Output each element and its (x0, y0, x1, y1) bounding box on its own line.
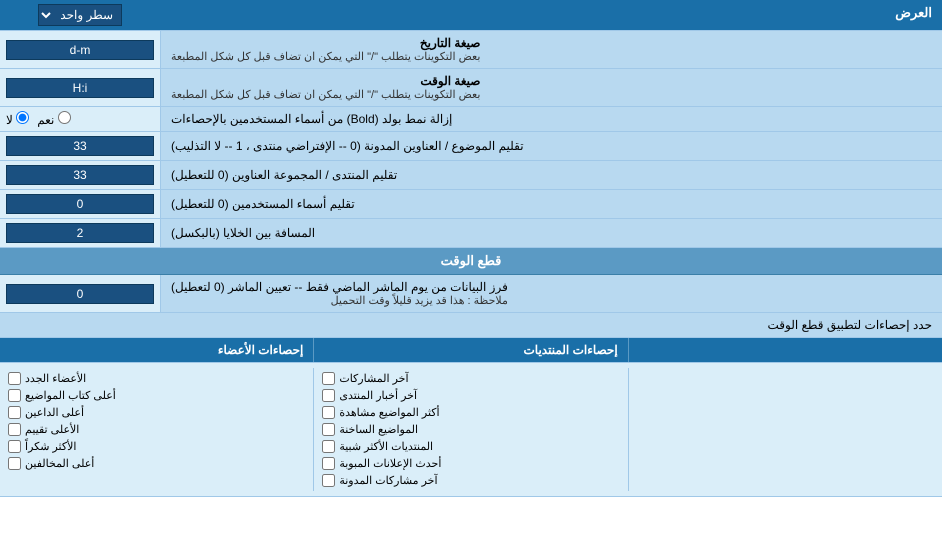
user-names-label: تقليم أسماء المستخدمين (0 للتعطيل) (171, 197, 355, 211)
cell-padding-label: المسافة بين الخلايا (بالبكسل) (171, 226, 315, 240)
main-container: العرض سطر واحد سطرين ثلاثة أسطر صيغة الت… (0, 0, 942, 497)
checkbox-item-last-posts: آخر المشاركات (322, 370, 619, 387)
time-cut-section-header: قطع الوقت (0, 248, 942, 275)
checkbox-most-similar[interactable] (322, 440, 335, 453)
checkbox-item-top-inviters: أعلى الداعين (8, 404, 305, 421)
checkbox-blog-posts[interactable] (322, 474, 335, 487)
cell-padding-label-cell: المسافة بين الخلايا (بالبكسل) (160, 219, 942, 247)
checkbox-top-inviters[interactable] (8, 406, 21, 419)
cell-padding-input[interactable] (6, 223, 154, 243)
checkbox-item-top-violators: أعلى المخالفين (8, 455, 305, 472)
time-cut-input-cell (0, 275, 160, 312)
col3-header-placeholder (628, 338, 942, 362)
checkbox-item-latest-ads: أحدث الإعلانات المبوبة (322, 455, 619, 472)
bold-remove-label: إزالة نمط بولد (Bold) من أسماء المستخدمي… (171, 112, 452, 126)
checkbox-col-1: الأعضاء الجدد أعلى كتاب المواضيع أعلى ال… (0, 368, 313, 491)
time-cut-field-label: فرز البيانات من يوم الماشر الماضي فقط --… (171, 280, 508, 294)
stats-limit-row: حدد إحصاءات لتطبيق قطع الوقت (0, 313, 942, 338)
checkbox-latest-ads[interactable] (322, 457, 335, 470)
date-format-input[interactable] (6, 40, 154, 60)
user-names-row: تقليم أسماء المستخدمين (0 للتعطيل) (0, 190, 942, 219)
stats-limit-label: حدد إحصاءات لتطبيق قطع الوقت (767, 318, 932, 332)
date-format-sublabel: بعض التكوينات يتطلب "/" التي يمكن ان تضا… (171, 50, 480, 63)
checkbox-item-forum-news: آخر أخبار المنتدى (322, 387, 619, 404)
date-format-label-cell: صيغة التاريخ بعض التكوينات يتطلب "/" الت… (160, 31, 942, 68)
bold-remove-no-radio[interactable] (16, 111, 29, 124)
bold-remove-no-label: لا (6, 111, 29, 127)
checkbox-col-3 (628, 368, 942, 491)
date-format-input-cell (0, 31, 160, 68)
top-header: العرض سطر واحد سطرين ثلاثة أسطر (0, 0, 942, 31)
bold-remove-label-cell: إزالة نمط بولد (Bold) من أسماء المستخدمي… (160, 107, 942, 131)
forum-sort-input[interactable] (6, 165, 154, 185)
checkbox-new-members[interactable] (8, 372, 21, 385)
checkbox-hot-topics[interactable] (322, 423, 335, 436)
date-format-row: صيغة التاريخ بعض التكوينات يتطلب "/" الت… (0, 31, 942, 69)
checkbox-item-top-writers: أعلى كتاب المواضيع (8, 387, 305, 404)
user-names-input-cell (0, 190, 160, 218)
time-cut-input[interactable] (6, 284, 154, 304)
checkboxes-body: آخر المشاركات آخر أخبار المنتدى أكثر الم… (0, 363, 942, 497)
forum-sort-input-cell (0, 161, 160, 189)
time-cut-row: فرز البيانات من يوم الماشر الماضي فقط --… (0, 275, 942, 313)
time-cut-label-cell: فرز البيانات من يوم الماشر الماضي فقط --… (160, 275, 942, 312)
bold-remove-yes-label: نعم (37, 111, 70, 127)
checkbox-item-most-thanked: الأكثر شكراً (8, 438, 305, 455)
forum-sort-row: تقليم المنتدى / المجموعة العناوين (0 للت… (0, 161, 942, 190)
checkbox-top-rated[interactable] (8, 423, 21, 436)
topic-sort-label: تقليم الموضوع / العناوين المدونة (0 -- ا… (171, 139, 524, 153)
time-format-label: صيغة الوقت (171, 74, 480, 88)
checkbox-most-viewed[interactable] (322, 406, 335, 419)
checkbox-item-top-rated: الأعلى تقييم (8, 421, 305, 438)
checkbox-top-writers[interactable] (8, 389, 21, 402)
user-names-label-cell: تقليم أسماء المستخدمين (0 للتعطيل) (160, 190, 942, 218)
col1-header: إحصاءات الأعضاء (0, 338, 313, 362)
bold-remove-yes-radio[interactable] (58, 111, 71, 124)
checkbox-most-thanked[interactable] (8, 440, 21, 453)
checkbox-last-posts[interactable] (322, 372, 335, 385)
checkbox-item-most-similar: المنتديات الأكثر شبية (322, 438, 619, 455)
time-format-input-cell (0, 69, 160, 106)
checkbox-item-most-viewed: أكثر المواضيع مشاهدة (322, 404, 619, 421)
checkbox-col-2: آخر المشاركات آخر أخبار المنتدى أكثر الم… (313, 368, 627, 491)
topic-sort-input-cell (0, 132, 160, 160)
forum-sort-label: تقليم المنتدى / المجموعة العناوين (0 للت… (171, 168, 397, 182)
time-format-label-cell: صيغة الوقت بعض التكوينات يتطلب "/" التي … (160, 69, 942, 106)
topic-sort-input[interactable] (6, 136, 154, 156)
display-mode-select[interactable]: سطر واحد سطرين ثلاثة أسطر (38, 4, 122, 26)
header-label: العرض (160, 0, 942, 30)
date-format-label: صيغة التاريخ (171, 36, 480, 50)
header-select-cell: سطر واحد سطرين ثلاثة أسطر (0, 0, 160, 30)
cell-padding-row: المسافة بين الخلايا (بالبكسل) (0, 219, 942, 248)
checkboxes-header-row: إحصاءات المنتديات إحصاءات الأعضاء (0, 338, 942, 363)
time-format-row: صيغة الوقت بعض التكوينات يتطلب "/" التي … (0, 69, 942, 107)
topic-sort-row: تقليم الموضوع / العناوين المدونة (0 -- ا… (0, 132, 942, 161)
forum-sort-label-cell: تقليم المنتدى / المجموعة العناوين (0 للت… (160, 161, 942, 189)
checkbox-top-violators[interactable] (8, 457, 21, 470)
time-format-sublabel: بعض التكوينات يتطلب "/" التي يمكن ان تضا… (171, 88, 480, 101)
time-cut-field-note: ملاحظة : هذا قد يزيد قليلاً وقت التحميل (171, 294, 508, 307)
time-format-input[interactable] (6, 78, 154, 98)
checkbox-item-new-members: الأعضاء الجدد (8, 370, 305, 387)
checkbox-item-hot-topics: المواضيع الساخنة (322, 421, 619, 438)
checkbox-forum-news[interactable] (322, 389, 335, 402)
checkbox-item-blog-posts: آخر مشاركات المدونة (322, 472, 619, 489)
user-names-input[interactable] (6, 194, 154, 214)
bold-remove-row: إزالة نمط بولد (Bold) من أسماء المستخدمي… (0, 107, 942, 132)
topic-sort-label-cell: تقليم الموضوع / العناوين المدونة (0 -- ا… (160, 132, 942, 160)
bold-remove-input-cell: نعم لا (0, 107, 160, 131)
col2-header: إحصاءات المنتديات (313, 338, 627, 362)
cell-padding-input-cell (0, 219, 160, 247)
